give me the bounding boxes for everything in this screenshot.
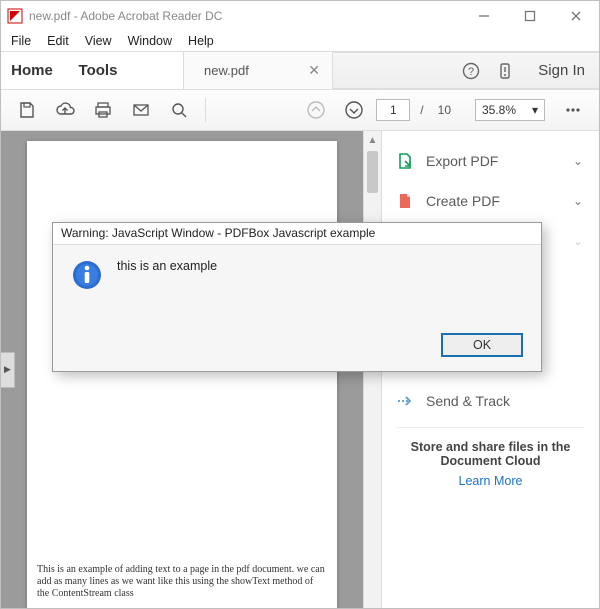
page-number-input[interactable]: 1 <box>376 99 410 121</box>
learn-more-link[interactable]: Learn More <box>382 474 599 488</box>
page-down-icon[interactable] <box>338 94 370 126</box>
print-icon[interactable] <box>87 94 119 126</box>
divider <box>396 427 585 428</box>
tab-document[interactable]: new.pdf ✕ <box>183 51 333 89</box>
save-icon[interactable] <box>11 94 43 126</box>
page-text: This is an example of adding text to a p… <box>37 564 327 600</box>
scroll-thumb[interactable] <box>367 151 378 193</box>
more-icon[interactable] <box>557 94 589 126</box>
tab-tools[interactable]: Tools <box>63 52 133 89</box>
zoom-select[interactable]: 35.8% ▾ <box>475 99 545 121</box>
tool-create-pdf[interactable]: Create PDF ⌄ <box>382 181 599 221</box>
maximize-button[interactable] <box>507 1 553 31</box>
titlebar: new.pdf - Adobe Acrobat Reader DC <box>1 1 599 31</box>
sign-in-link[interactable]: Sign In <box>538 62 585 79</box>
ok-button[interactable]: OK <box>441 333 523 357</box>
tab-tools-label: Tools <box>79 62 118 79</box>
page-separator: / <box>416 103 427 117</box>
minimize-button[interactable] <box>461 1 507 31</box>
tool-export-pdf[interactable]: Export PDF ⌄ <box>382 141 599 181</box>
tab-document-label: new.pdf <box>204 63 249 78</box>
chevron-down-icon: ▾ <box>532 103 538 117</box>
email-icon[interactable] <box>125 94 157 126</box>
help-icon[interactable]: ? <box>460 60 482 82</box>
javascript-alert-dialog: Warning: JavaScript Window - PDFBox Java… <box>52 222 542 372</box>
zoom-value: 35.8% <box>482 103 516 117</box>
menu-view[interactable]: View <box>85 34 112 48</box>
cloud-icon[interactable] <box>49 94 81 126</box>
app-icon <box>7 8 23 24</box>
chevron-down-icon: ⌄ <box>573 194 583 208</box>
document-page: This is an example of adding text to a p… <box>27 141 337 608</box>
alert-icon[interactable] <box>494 60 516 82</box>
scroll-up-icon[interactable]: ▲ <box>364 131 381 149</box>
close-tab-icon[interactable]: ✕ <box>308 62 320 79</box>
tab-home[interactable]: Home <box>1 52 63 89</box>
tab-home-label: Home <box>11 62 53 79</box>
ok-button-label: OK <box>473 338 491 352</box>
dialog-message: this is an example <box>117 259 217 319</box>
window-title: new.pdf - Adobe Acrobat Reader DC <box>29 9 222 23</box>
close-button[interactable] <box>553 1 599 31</box>
chevron-down-icon: ⌄ <box>573 154 583 168</box>
send-track-icon <box>396 392 414 410</box>
promo-text: Store and share files in the Document Cl… <box>382 436 599 468</box>
create-pdf-icon <box>396 192 414 210</box>
chevron-down-icon: ⌄ <box>573 234 583 248</box>
menu-edit[interactable]: Edit <box>47 34 69 48</box>
dialog-title: Warning: JavaScript Window - PDFBox Java… <box>53 223 541 245</box>
toolbar: 1 / 10 35.8% ▾ <box>1 89 599 131</box>
info-icon <box>71 259 103 291</box>
menubar: File Edit View Window Help <box>1 31 599 51</box>
menu-help[interactable]: Help <box>188 34 214 48</box>
tool-send-track[interactable]: Send & Track <box>382 381 599 421</box>
export-pdf-icon <box>396 152 414 170</box>
page-total: 10 <box>434 103 455 117</box>
svg-text:?: ? <box>468 66 474 78</box>
page-up-icon[interactable] <box>300 94 332 126</box>
menu-file[interactable]: File <box>11 34 31 48</box>
search-icon[interactable] <box>163 94 195 126</box>
menu-window[interactable]: Window <box>128 34 172 48</box>
tool-label: Create PDF <box>426 193 561 209</box>
tabstrip: Home Tools new.pdf ✕ ? Sign In <box>1 51 599 89</box>
tool-label: Send & Track <box>426 393 583 409</box>
nav-pane-toggle[interactable]: ▶ <box>1 352 15 388</box>
tool-label: Export PDF <box>426 153 561 169</box>
